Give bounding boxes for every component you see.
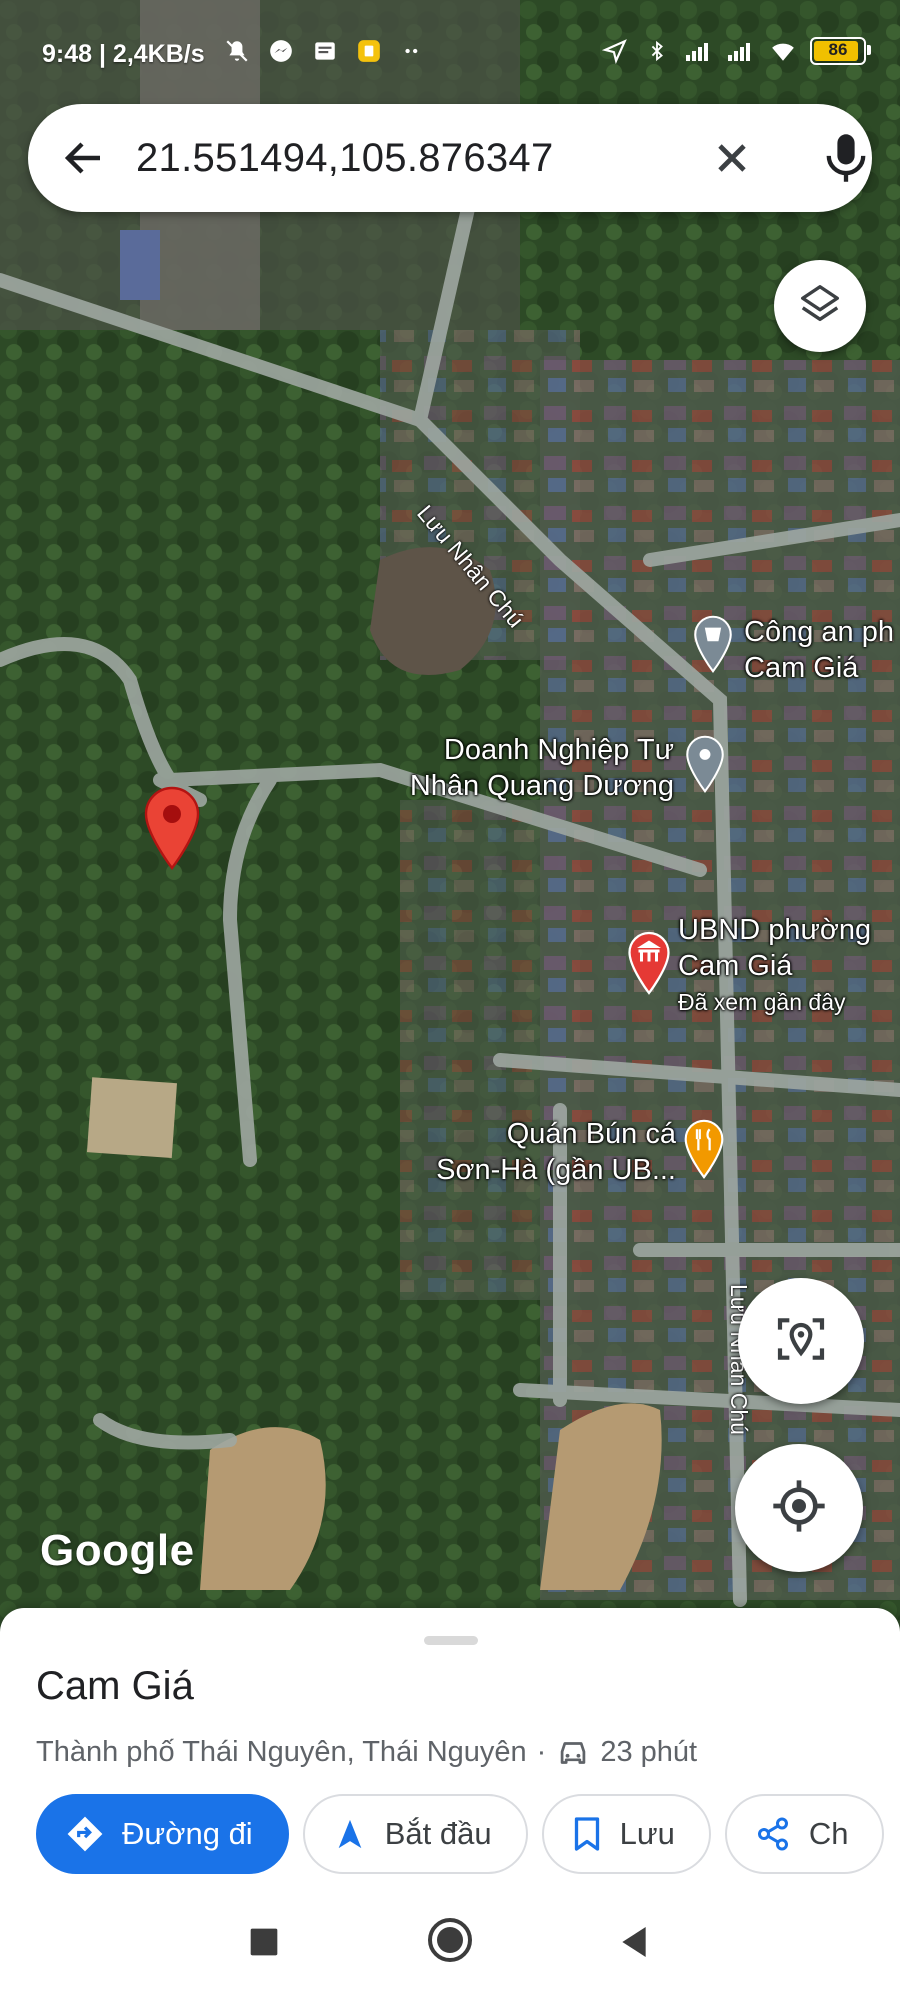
car-icon [556,1738,590,1768]
app-icon [354,36,384,66]
google-attribution: Google [40,1526,195,1575]
business-poi-icon[interactable] [682,734,728,799]
directions-button[interactable]: Đường đi [36,1794,289,1874]
recents-button[interactable] [244,1922,284,1967]
poi-label-quan-bun[interactable]: Quán Bún cá Sơn-Hà (gần UB... [420,1116,676,1188]
place-subtitle: Thành phố Thái Nguyên, Thái Nguyên · 23 … [36,1736,697,1769]
back-button[interactable] [614,1922,654,1967]
save-label: Lưu [619,1816,675,1851]
signal-icon [726,36,756,66]
layers-icon [797,281,843,332]
mic-icon[interactable] [820,130,872,186]
poi-label-line: Cam Giá [744,652,859,684]
poi-note: Đã xem gần đây [678,989,846,1015]
share-button[interactable]: Ch [724,1794,885,1874]
map-view[interactable]: 9:48 | 2,4KB/s 86 21.551494,105.876347 C… [0,0,900,1620]
start-button[interactable]: Bắt đầu [302,1794,528,1874]
back-arrow-icon[interactable] [60,134,108,182]
battery-icon: 86 [810,37,871,65]
more-icon [398,36,428,66]
separator: · [536,1736,547,1768]
bookmark-icon [574,1817,599,1851]
poi-label-cong-an[interactable]: Công an ph Cam Giá [744,614,894,686]
messenger-icon [266,36,296,66]
my-location-button[interactable] [735,1444,863,1572]
status-bar: 9:48 | 2,4KB/s 86 [0,0,900,100]
look-around-button[interactable] [738,1278,864,1404]
action-chips: Đường đi Bắt đầu Lưu Ch [36,1794,885,1874]
drag-handle[interactable] [424,1636,478,1645]
poi-label-line: Sơn-Hà (gần UB... [436,1154,676,1186]
mute-icon [222,36,252,66]
start-label: Bắt đầu [384,1816,492,1851]
poi-label-ubnd[interactable]: UBND phường Cam Giá Đã xem gần đây [678,912,871,1020]
directions-icon [67,1816,103,1852]
poi-label-line: Cam Giá [678,950,793,982]
system-nav-bar [0,1892,900,2000]
place-name: Cam Giá [36,1664,194,1708]
poi-label-line: UBND phường [678,914,872,946]
bluetooth-icon [642,36,672,66]
place-scan-icon [773,1311,829,1372]
poi-label-line: Nhân Quang Dương [409,770,674,802]
wifi-icon [768,36,798,66]
search-query[interactable]: 21.551494,105.876347 [136,136,554,181]
signal-icon [684,36,714,66]
home-button[interactable] [426,1916,474,1969]
save-button[interactable]: Lưu [541,1794,711,1874]
my-location-icon [771,1478,827,1539]
message-icon [310,36,340,66]
share-label: Ch [808,1816,849,1851]
dropped-pin-icon[interactable] [140,784,204,877]
poi-label-line: Quán Bún cá [506,1118,676,1150]
place-address: Thành phố Thái Nguyên, Thái Nguyên [36,1736,527,1768]
poi-label-doanh-nghiep[interactable]: Doanh Nghiệp Tư Nhân Quang Dương [398,732,674,804]
layers-button[interactable] [774,260,866,352]
search-bar[interactable]: 21.551494,105.876347 [28,104,872,212]
directions-label: Đường đi [122,1816,253,1851]
battery-level: 86 [828,40,848,59]
share-icon [757,1817,788,1851]
status-time: 9:48 | 2,4KB/s [42,40,205,68]
government-poi-icon[interactable] [624,930,674,1001]
navigation-arrow-icon [338,1819,362,1849]
restaurant-poi-icon[interactable] [680,1118,728,1185]
location-icon [600,36,630,66]
place-sheet[interactable]: Cam Giá Thành phố Thái Nguyên, Thái Nguy… [0,1608,900,1892]
close-icon[interactable] [708,134,756,182]
drive-time: 23 phút [600,1736,698,1768]
police-poi-icon[interactable] [690,614,736,679]
poi-label-line: Công an ph [744,616,894,648]
poi-label-line: Doanh Nghiệp Tư [443,734,674,766]
